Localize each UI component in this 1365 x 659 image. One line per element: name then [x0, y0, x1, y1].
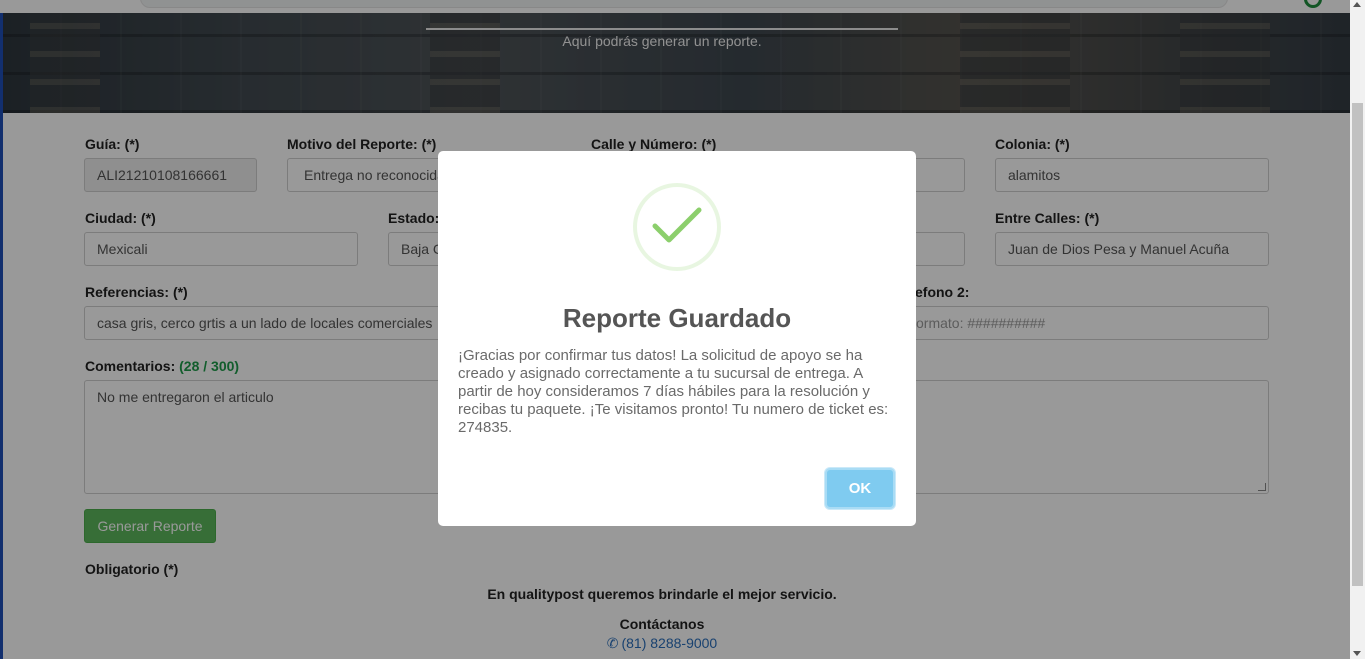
dialog-title: Reporte Guardado: [562, 303, 792, 333]
page-scrollbar[interactable]: [1350, 0, 1365, 659]
dialog-message: ¡Gracias por confirmar tus datos! La sol…: [458, 347, 889, 436]
scroll-thumb[interactable]: [1352, 103, 1363, 586]
checkmark-icon: [633, 183, 721, 271]
scroll-down-icon[interactable]: [1353, 651, 1361, 656]
ok-button[interactable]: OK: [825, 468, 895, 509]
scroll-up-icon[interactable]: [1353, 2, 1361, 7]
success-dialog: Reporte Guardado ¡Gracias por confirmar …: [438, 151, 916, 526]
